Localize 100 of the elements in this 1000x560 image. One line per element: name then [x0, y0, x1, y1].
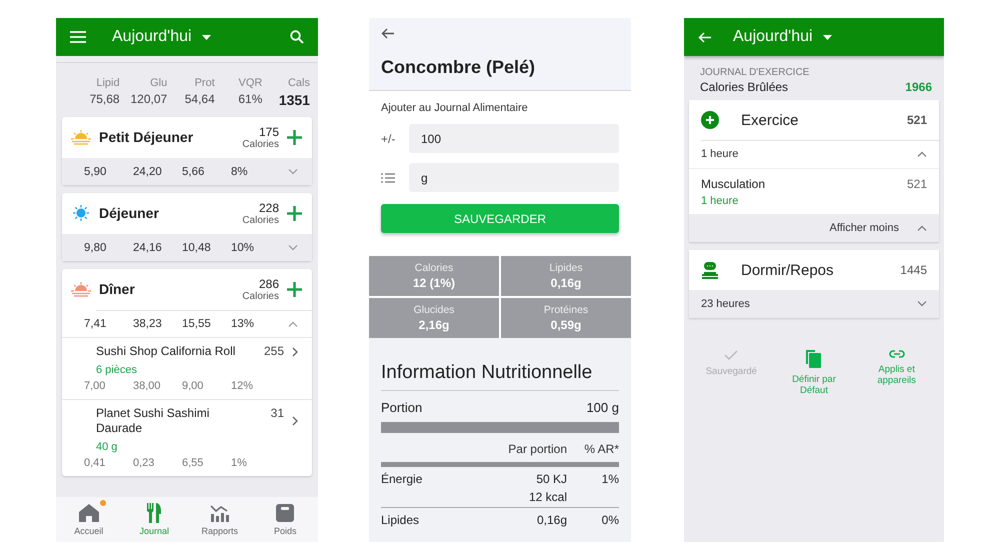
summary-label: Prot — [194, 77, 215, 89]
stat-label: Protéines — [544, 304, 588, 316]
chevron-up-icon — [917, 225, 927, 231]
macro-value: 5,90 — [84, 166, 108, 178]
stat-value: 12 (1%) — [412, 276, 456, 290]
macro-value: 9,80 — [84, 242, 108, 254]
meal-name: Dîner — [99, 281, 136, 297]
macro-value: 0,41 — [84, 456, 106, 469]
sunrise-icon — [71, 281, 91, 297]
add-circle-icon[interactable] — [701, 111, 719, 129]
macro-value: 0,23 — [133, 456, 156, 469]
menu-icon[interactable] — [70, 31, 86, 43]
burned-label: Calories Brûlées — [700, 80, 788, 94]
show-less-row[interactable]: Afficher moins — [689, 214, 939, 242]
unit-field[interactable]: g — [409, 163, 619, 192]
show-less-text: Afficher moins — [830, 222, 899, 234]
back-arrow-icon[interactable] — [381, 28, 394, 39]
macro-value: 7,41 — [84, 318, 108, 330]
macro-row[interactable]: 5,90 24,20 5,66 8% — [62, 158, 312, 185]
chevron-down-icon[interactable] — [288, 244, 298, 250]
summary-value: 75,68 — [90, 92, 120, 106]
macro-value: 24,20 — [133, 166, 163, 178]
macro-value: 8% — [231, 166, 249, 178]
sun-icon — [71, 205, 91, 221]
nutrition-title: Information Nutritionnelle — [381, 362, 619, 391]
duration-text: 23 heures — [701, 298, 750, 310]
caret-down-icon — [202, 34, 211, 40]
macro-row[interactable]: 9,80 24,16 10,48 10% — [62, 234, 312, 261]
macro-value: 5,66 — [182, 166, 206, 178]
macro-value: 10% — [231, 242, 256, 254]
nutrient-percent: 1% — [600, 472, 619, 488]
nutrient-name: Énergie — [381, 472, 424, 488]
duration-text: 1 heure — [701, 148, 738, 160]
summary-row[interactable]: 23 heures — [689, 290, 939, 318]
macro-value: 38,00 — [133, 380, 162, 392]
macro-value: 9,00 — [182, 380, 204, 392]
macro-value: 1% — [231, 456, 248, 469]
macro-value: 38,23 — [133, 318, 163, 330]
food-name: Planet Sushi Sashimi Daurade — [96, 406, 210, 437]
add-icon[interactable] — [287, 130, 302, 144]
food-portion: 40 g — [96, 440, 118, 453]
search-icon[interactable] — [290, 30, 304, 44]
stat-label: Glucides — [414, 304, 454, 316]
chevron-down-icon[interactable] — [288, 168, 298, 174]
summary-value: 61% — [238, 92, 262, 106]
add-icon[interactable] — [287, 206, 302, 220]
section-heading: JOURNAL D'EXERCICE — [700, 67, 810, 78]
macro-value: 10,48 — [182, 242, 212, 254]
chevron-up-icon[interactable] — [288, 320, 298, 326]
activity-calories: 521 — [906, 113, 927, 127]
food-row[interactable]: Sushi Shop California Roll 255 6 pièces 7,00 38,00 9,00 12% — [62, 337, 312, 399]
add-icon[interactable] — [287, 282, 302, 296]
link-icon — [888, 350, 905, 358]
calories-label: Calories — [242, 290, 279, 302]
chevron-up-icon[interactable] — [917, 151, 927, 157]
summary-value: 120,07 — [130, 92, 168, 106]
nav-tab[interactable]: Accueil — [56, 497, 122, 542]
food-calories: 31 — [270, 406, 284, 420]
quantity-field[interactable]: 100 — [409, 124, 619, 153]
food-portion: 6 pièces — [96, 364, 138, 376]
quantity-label: +/- — [381, 132, 395, 146]
meal-name: Déjeuner — [99, 205, 160, 221]
summary-value: 54,64 — [184, 92, 215, 106]
food-title: Concombre (Pelé) — [381, 57, 536, 78]
stat-label: Lipides — [549, 262, 583, 274]
macro-value: 12% — [231, 380, 254, 392]
stat-label: Calories — [414, 262, 454, 274]
list-icon — [381, 172, 395, 182]
copy-icon — [806, 350, 822, 368]
portion-value: 100 g — [586, 400, 619, 415]
fork-knife-icon — [147, 503, 162, 523]
nav-tab[interactable]: Rapports — [187, 497, 252, 542]
summary-label: VQR — [238, 77, 262, 89]
burned-value: 1966 — [905, 80, 932, 94]
food-name: Sushi Shop California Roll — [96, 344, 236, 360]
date-dropdown[interactable]: Aujourd'hui — [733, 28, 832, 46]
macro-value: 15,55 — [182, 318, 212, 330]
sleep-icon — [701, 261, 719, 279]
meal-calories: 286 — [258, 276, 279, 290]
nav-tab[interactable]: Poids — [252, 497, 318, 542]
chevron-right-icon — [292, 416, 298, 426]
activity-calories: 521 — [906, 177, 927, 191]
activity-name: Musculation — [701, 177, 766, 191]
portion-label: Portion — [381, 400, 422, 415]
chevron-down-icon[interactable] — [917, 301, 927, 307]
chart-icon — [210, 504, 230, 522]
column-header: % AR* — [583, 442, 619, 456]
activity-title: Dormir/Repos — [741, 262, 835, 278]
activity-calories: 1445 — [900, 263, 927, 277]
stat-value: 0,16g — [550, 276, 582, 290]
summary-label: Cals — [288, 77, 310, 89]
meal-calories: 228 — [258, 200, 279, 214]
column-header: Par portion — [507, 442, 567, 456]
food-row[interactable]: Planet Sushi Sashimi Daurade 31 40 g 0,41 0,23 6,55 1% — [62, 398, 312, 476]
macro-value: 13% — [231, 318, 256, 330]
summary-row[interactable]: 1 heure — [689, 140, 939, 169]
date-dropdown[interactable]: Aujourd'hui — [112, 28, 211, 46]
caret-down-icon — [822, 34, 832, 40]
stat-value: 2,16g — [418, 318, 450, 332]
macro-row[interactable]: 7,41 38,23 15,55 13% — [62, 310, 312, 337]
